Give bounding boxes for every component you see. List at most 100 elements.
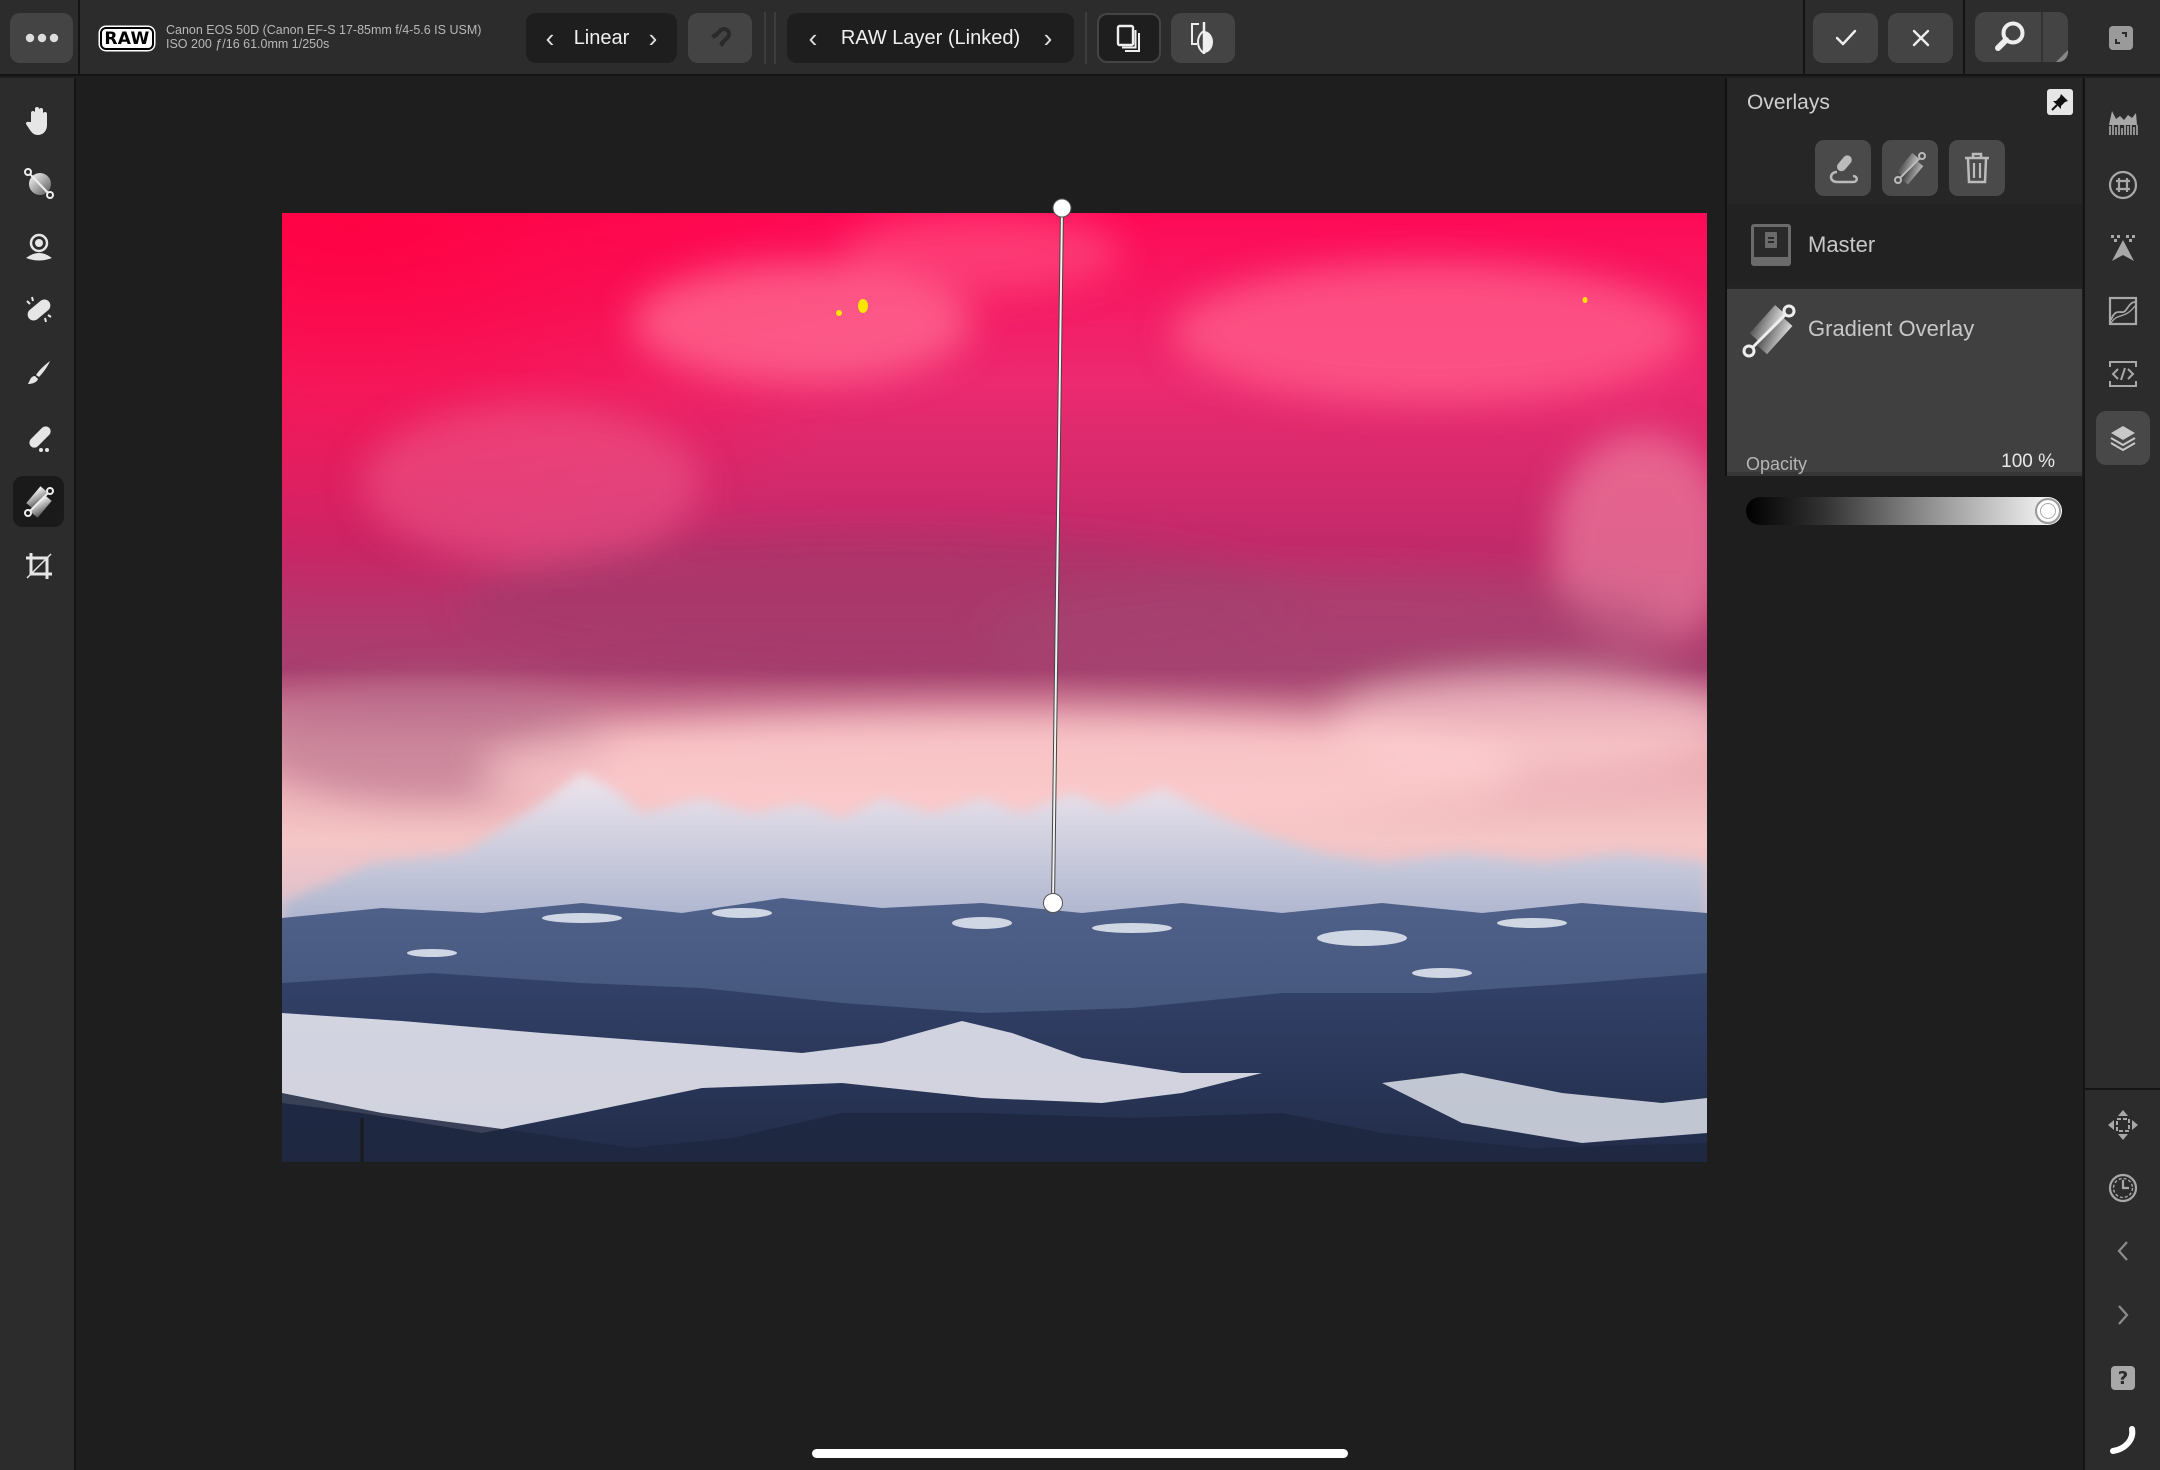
gradient-end-handle[interactable] <box>1043 893 1063 913</box>
magnet-button[interactable] <box>688 13 752 63</box>
camera-info: Canon EOS 50D (Canon EF-S 17-85mm f/4-5.… <box>166 23 481 51</box>
pin-icon <box>2051 94 2068 111</box>
code-scope-icon <box>2109 361 2137 387</box>
right-toolbar: ? <box>2083 78 2160 1470</box>
pin-button[interactable] <box>2047 89 2073 115</box>
layer-stack-icon <box>1116 24 1140 52</box>
compare-button[interactable] <box>1171 13 1235 63</box>
eraser-icon <box>28 425 51 452</box>
overlay-actions <box>1727 126 2082 204</box>
magnet-snap-icon <box>711 27 731 47</box>
navigator-button[interactable] <box>2096 1098 2150 1152</box>
apply-button[interactable] <box>1813 13 1878 63</box>
history-clock-icon <box>2108 1173 2138 1203</box>
opacity-value: 100 % <box>2001 451 2055 472</box>
layer-stack-button[interactable] <box>1097 13 1161 63</box>
more-dots-icon <box>25 33 58 43</box>
magnifier-icon <box>1995 21 2025 51</box>
divider <box>78 0 80 76</box>
divider <box>1803 0 1805 76</box>
camera-model: Canon EOS 50D (Canon EF-S 17-85mm f/4-5.… <box>166 23 482 37</box>
trash-icon <box>1965 152 1989 184</box>
next-button[interactable] <box>2096 1288 2150 1342</box>
divider <box>1085 12 1087 64</box>
crop-tool[interactable] <box>13 540 64 591</box>
chevron-right-icon[interactable]: › <box>1036 25 1060 51</box>
histogram-icon <box>2109 111 2138 135</box>
move-arrows-icon <box>2108 1110 2138 1140</box>
healing-tool[interactable] <box>13 284 64 335</box>
fullscreen-button[interactable] <box>2109 26 2133 50</box>
delete-overlay-button[interactable] <box>1949 140 2005 196</box>
add-brush-overlay-button[interactable] <box>1815 140 1871 196</box>
opacity-slider[interactable] <box>1746 497 2062 525</box>
overlays-panel: Overlays Master Gradient Overlay Opacity… <box>1725 78 2082 525</box>
curves-icon <box>2108 296 2138 326</box>
grid-button[interactable] <box>2096 158 2150 212</box>
hand-icon <box>25 106 47 135</box>
radial-gradient-tool[interactable] <box>13 158 64 209</box>
context-button[interactable] <box>2096 1413 2150 1467</box>
gradient-type-selector: ‹ Linear › <box>526 13 677 63</box>
raw-badge: RAW <box>100 27 154 50</box>
gradient-overlay-tool[interactable] <box>13 476 64 527</box>
more-button[interactable] <box>10 13 73 63</box>
bandage-icon <box>25 296 52 322</box>
red-eye-tool[interactable] <box>13 222 64 273</box>
brush-tool[interactable] <box>13 347 64 398</box>
gradient-start-handle[interactable] <box>1052 198 1072 218</box>
clipping-button[interactable] <box>2096 221 2150 275</box>
close-icon <box>1912 29 1929 47</box>
grid-icon <box>2108 170 2138 200</box>
landscape-photo <box>282 213 1707 1162</box>
redeye-icon <box>25 233 52 260</box>
split-compare-icon <box>1191 22 1213 54</box>
layer-name: Master <box>1808 232 1876 257</box>
paint-overlay-icon <box>1829 155 1858 184</box>
master-layer-icon <box>1751 224 1791 266</box>
gradient-overlay-icon <box>1742 304 1796 358</box>
divider <box>774 12 776 64</box>
crop-icon <box>25 552 52 579</box>
opacity-label: Opacity <box>1746 454 1808 474</box>
clipping-icon <box>2111 235 2135 261</box>
layer-selector: ‹ RAW Layer (Linked) › <box>787 13 1074 63</box>
histogram-button[interactable] <box>2096 95 2150 149</box>
chevron-right-icon <box>2118 1305 2129 1325</box>
divider <box>2041 12 2043 62</box>
divider <box>2085 1088 2160 1090</box>
add-gradient-overlay-button[interactable] <box>1882 140 1938 196</box>
photo-canvas[interactable] <box>282 213 1707 1162</box>
layers-icon <box>2110 426 2136 452</box>
hand-tool[interactable] <box>13 95 64 146</box>
divider <box>1963 0 1965 76</box>
help-button[interactable]: ? <box>2096 1351 2150 1405</box>
opacity-slider-thumb[interactable] <box>2035 498 2061 524</box>
home-indicator[interactable] <box>812 1449 1348 1458</box>
panel-title: Overlays <box>1747 91 1830 114</box>
chevron-right-icon[interactable]: › <box>641 25 665 51</box>
previous-button[interactable] <box>2096 1224 2150 1278</box>
erase-tool[interactable] <box>13 412 64 463</box>
curves-button[interactable] <box>2096 284 2150 338</box>
gradient-type-label: Linear <box>573 26 630 49</box>
top-toolbar: RAW Canon EOS 50D (Canon EF-S 17-85mm f/… <box>0 0 2160 76</box>
cancel-button[interactable] <box>1888 13 1953 63</box>
layers-button[interactable] <box>2096 411 2150 465</box>
chevron-left-icon[interactable]: ‹ <box>538 25 562 51</box>
zoom-button[interactable] <box>1975 12 2068 62</box>
chevron-left-icon[interactable]: ‹ <box>801 25 825 51</box>
divider <box>764 12 766 64</box>
scope-button[interactable] <box>2096 347 2150 401</box>
layer-master[interactable]: Master <box>1727 204 2082 284</box>
layer-gradient-overlay[interactable]: Gradient Overlay Opacity 100 % <box>1727 289 2082 525</box>
left-toolbar <box>0 78 76 1470</box>
layer-name: Gradient Overlay <box>1808 316 1975 341</box>
history-button[interactable] <box>2096 1161 2150 1215</box>
help-icon: ? <box>2111 1366 2135 1390</box>
dropdown-corner-icon[interactable] <box>2056 50 2068 62</box>
exposure-info: ISO 200 ƒ/16 61.0mm 1/250s <box>166 37 330 51</box>
layer-selector-label: RAW Layer (Linked) <box>840 26 1021 49</box>
gradient-overlay-icon <box>1894 152 1926 185</box>
linear-gradient-icon <box>23 485 54 518</box>
